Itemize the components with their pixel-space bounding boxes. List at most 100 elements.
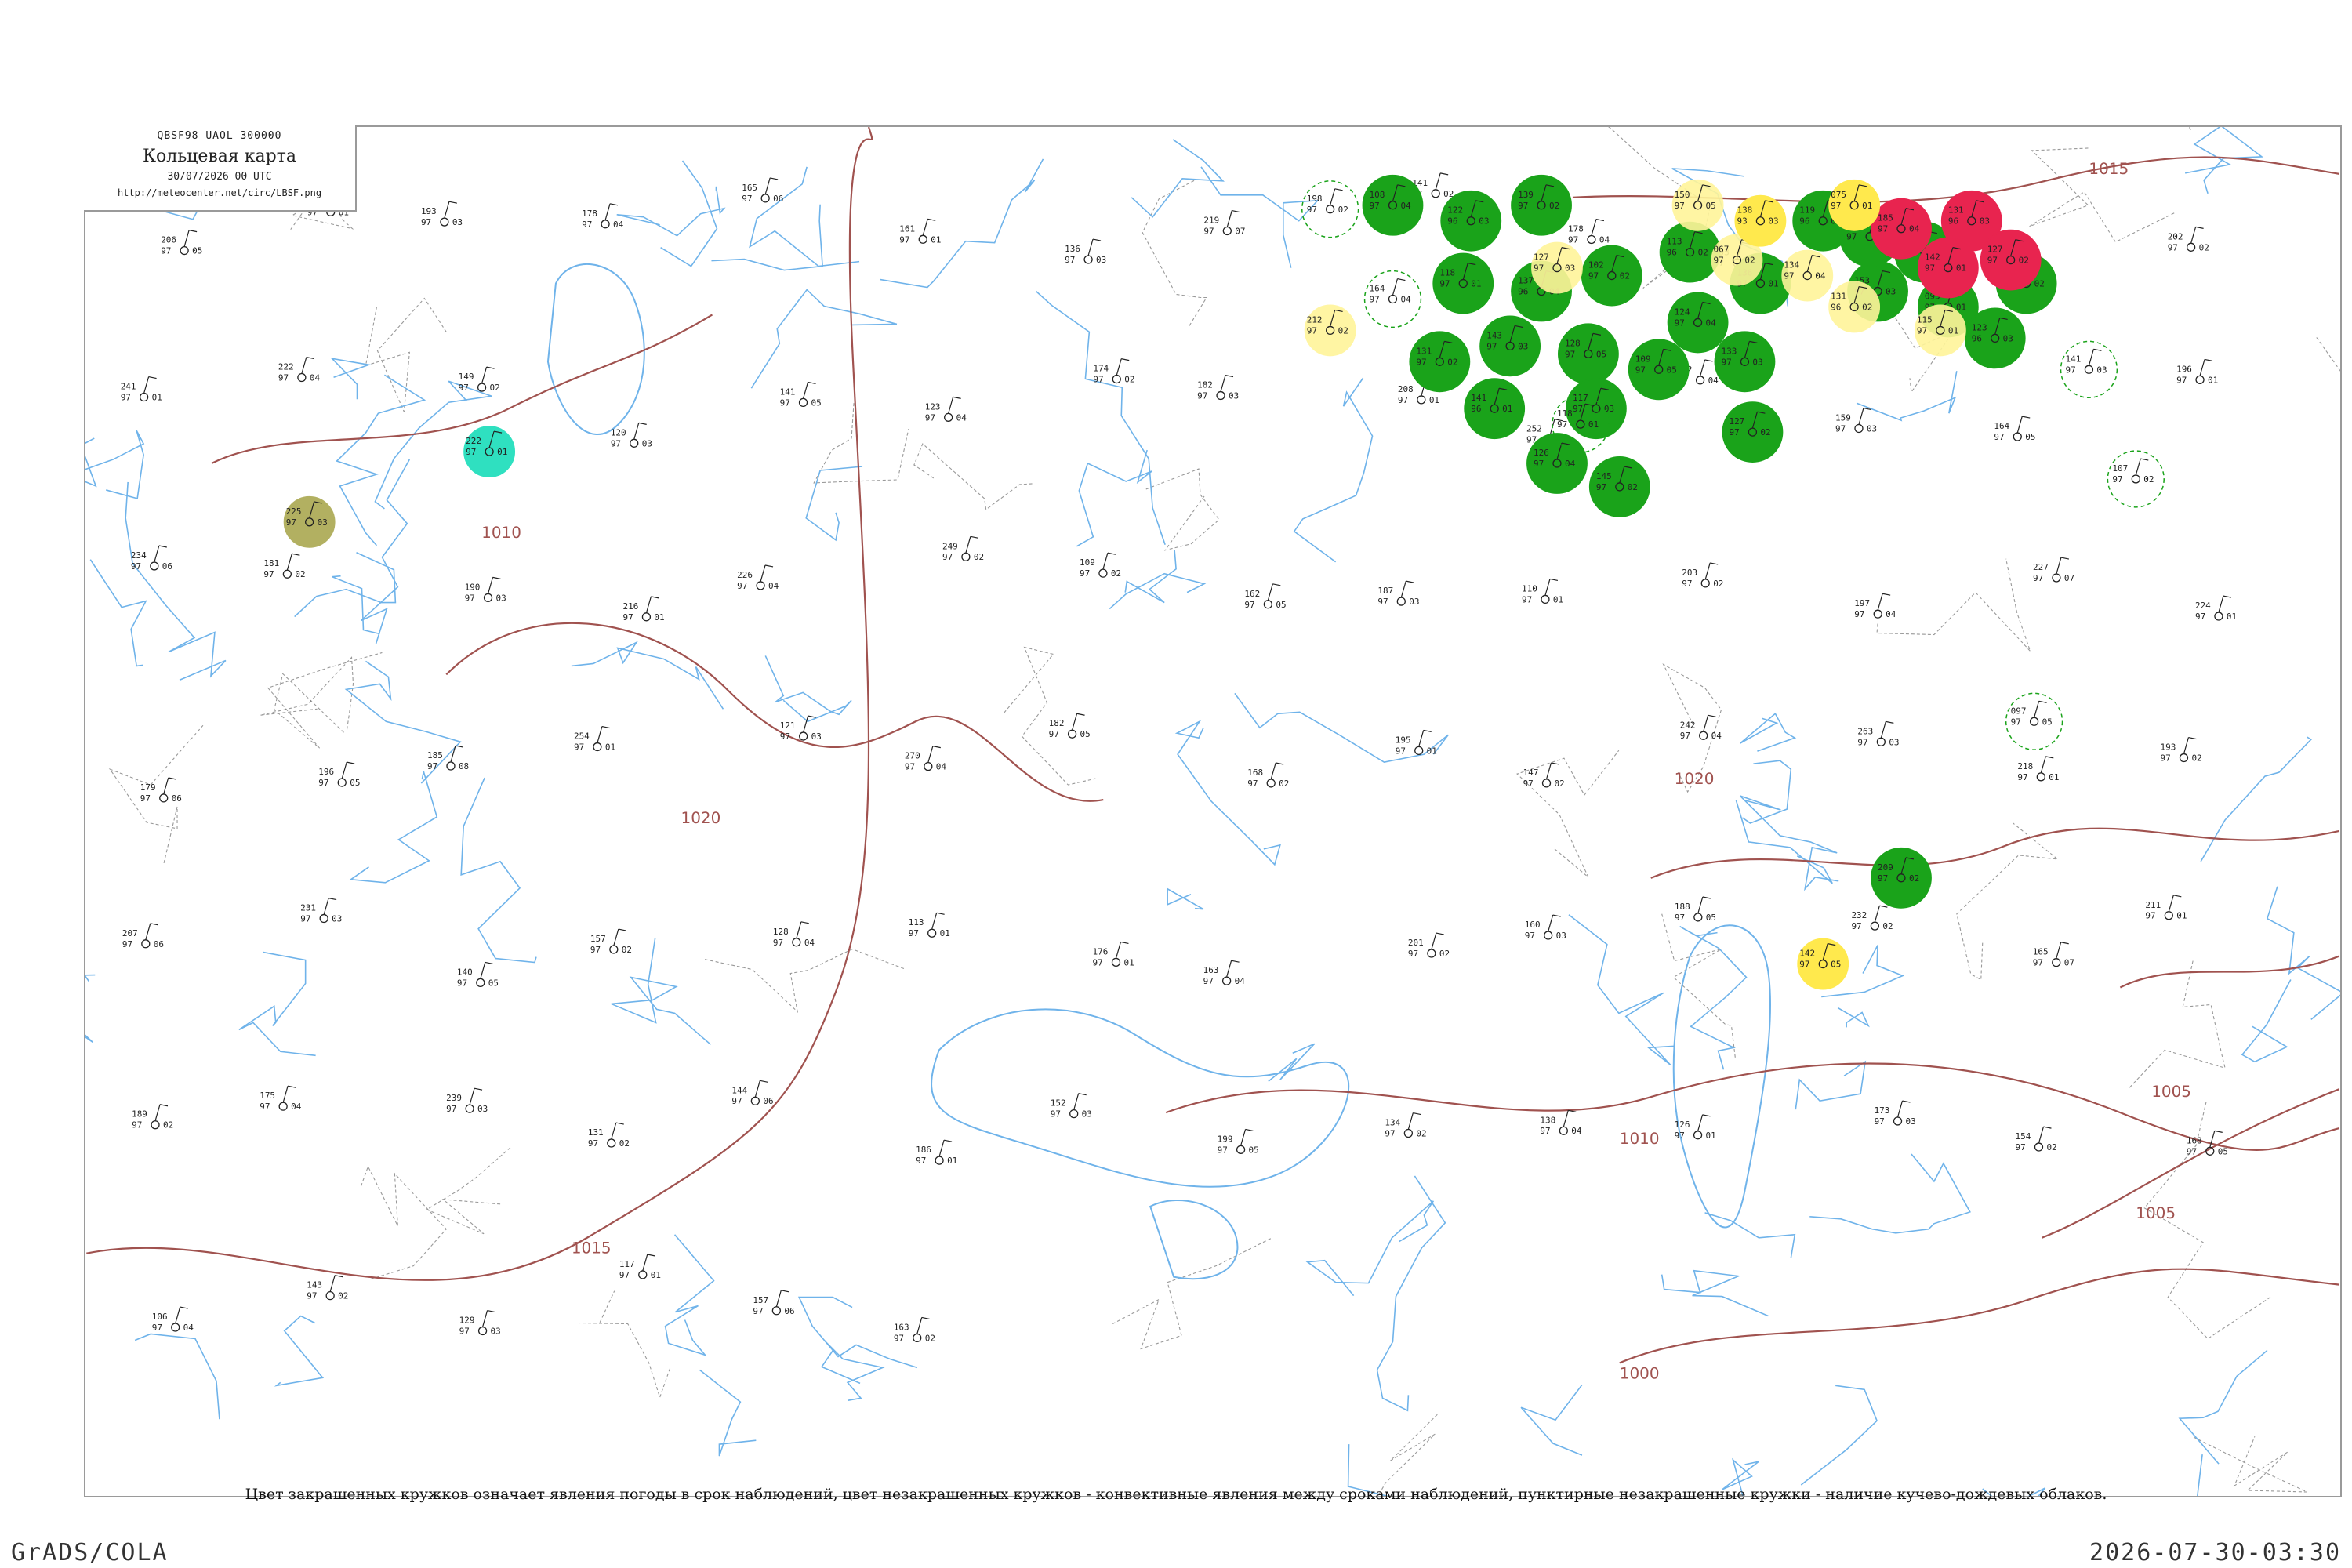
temperature-value: 174 [1093, 364, 1109, 374]
station-circle [2195, 375, 2205, 384]
station-plot: 20197 02 [1408, 932, 1450, 959]
station-plot: 09797 05 [2005, 692, 2063, 750]
station-circle [1699, 731, 1708, 740]
temperature-value: 188 [1675, 902, 1690, 912]
visibility-code: 97 [457, 978, 467, 988]
visibility-code: 97 [1093, 957, 1103, 967]
visibility-code: 97 [307, 1291, 317, 1301]
station-circle [1216, 390, 1225, 401]
wind-barb [604, 203, 619, 220]
station-plot: 14097 05 [457, 961, 499, 988]
visibility-code: 96 [1667, 248, 1677, 258]
temperature-value: 122 [1447, 205, 1463, 216]
station-circle [337, 778, 347, 787]
pressure-tendency: 03 [477, 1104, 488, 1114]
visibility-code: 97 [1588, 271, 1599, 281]
visibility-code: 97 [465, 593, 475, 603]
river-line [571, 641, 724, 710]
river-line [134, 1333, 220, 1420]
station-circle [944, 412, 953, 422]
temperature-value: 239 [446, 1093, 462, 1103]
station-plot: 15997 03 [1835, 407, 1877, 434]
visibility-code: 97 [1486, 341, 1497, 351]
pressure-tendency: 04 [1815, 271, 1826, 281]
station-plot: 15797 02 [590, 928, 632, 955]
pressure-tendency: 03 [1409, 597, 1419, 607]
wind-barb [1896, 1100, 1911, 1118]
pressure-tendency: 05 [350, 778, 360, 788]
temperature-value: 164 [1370, 284, 1385, 294]
station-circle [1695, 376, 1705, 385]
station-plot: 13197 02 [1409, 331, 1471, 393]
station-circle [282, 569, 292, 579]
pressure-tendency: 02 [1713, 579, 1723, 589]
coastline [1149, 1200, 1239, 1280]
wind-barb [613, 928, 626, 946]
visibility-code: 97 [1680, 731, 1690, 741]
visibility-code: 97 [622, 612, 633, 622]
pressure-tendency: 04 [1711, 731, 1722, 741]
river-line [616, 186, 726, 237]
pressure-tendency: 04 [1886, 609, 1896, 619]
river-line [1735, 800, 1833, 884]
station-circle [2164, 911, 2173, 920]
station-circle [798, 397, 808, 408]
visibility-code: 97 [140, 793, 151, 804]
pressure-tendency: 01 [947, 1156, 957, 1166]
pressure-tendency: 01 [1553, 594, 1563, 604]
station-plot: 12397 04 [925, 396, 967, 423]
visibility-code: 97 [2176, 375, 2187, 385]
temperature-value: 168 [2187, 1135, 2202, 1145]
pressure-tendency: 01 [497, 447, 507, 457]
pressure-tendency: 04 [804, 938, 815, 948]
visibility-code: 97 [1377, 597, 1388, 607]
station-plot: 14597 02 [1588, 456, 1650, 517]
isobar-label: 1005 [2151, 1082, 2191, 1101]
station-plot: 17397 03 [1875, 1100, 1916, 1127]
wind-barb [1548, 914, 1561, 932]
station-plot: 14797 02 [1523, 762, 1565, 789]
station-circle [792, 938, 801, 947]
pressure-tendency: 02 [1124, 375, 1134, 385]
station-plot: 11897 01 [1432, 252, 1494, 314]
visibility-code: 96 [1799, 216, 1809, 227]
temperature-value: 182 [1049, 718, 1065, 728]
visibility-code: 97 [152, 1323, 162, 1333]
station-circle [440, 217, 449, 227]
station-plot: 16497 04 [1363, 270, 1422, 328]
station-plot: 11597 01 [1914, 304, 1966, 357]
station-plot: 12797 03 [1531, 241, 1583, 294]
temperature-value: 142 [1925, 252, 1940, 263]
station-plot: 24197 01 [121, 376, 162, 403]
river-line [2200, 736, 2313, 862]
pressure-tendency: 01 [2227, 612, 2237, 622]
pressure-tendency: 05 [1667, 365, 1677, 375]
isobar-line [2042, 1088, 2340, 1239]
station-plot: 11097 01 [1522, 578, 1563, 604]
station-circle [750, 1096, 760, 1105]
temperature-value: 198 [1307, 194, 1323, 204]
visibility-code: 97 [1675, 1131, 1685, 1141]
wind-barb [482, 1310, 495, 1327]
station-plot: 16497 05 [1994, 416, 2035, 442]
wind-barb [2040, 756, 2054, 774]
temperature-value: 234 [131, 550, 147, 561]
pressure-tendency: 06 [172, 793, 182, 804]
river-line [1795, 1060, 1867, 1110]
pressure-tendency: 04 [291, 1102, 302, 1112]
wind-barb [965, 535, 978, 554]
station-plot: 14297 05 [1797, 938, 1849, 990]
wind-barb [1116, 358, 1130, 376]
wind-barb [802, 381, 816, 399]
pressure-tendency: 02 [1416, 1128, 1426, 1138]
visibility-code: 97 [773, 938, 783, 948]
pressure-tendency: 05 [488, 978, 499, 988]
visibility-code: 96 [1948, 216, 1958, 227]
wind-barb [927, 746, 941, 763]
river-line [1293, 377, 1374, 563]
wind-barb [1267, 583, 1281, 601]
station-plot: 22497 01 [2195, 595, 2237, 622]
temperature-value: 131 [1831, 291, 1846, 301]
station-plot: 12197 03 [780, 715, 822, 742]
render-timestamp: 2026-07-30-03:30 [2089, 1539, 2341, 1566]
